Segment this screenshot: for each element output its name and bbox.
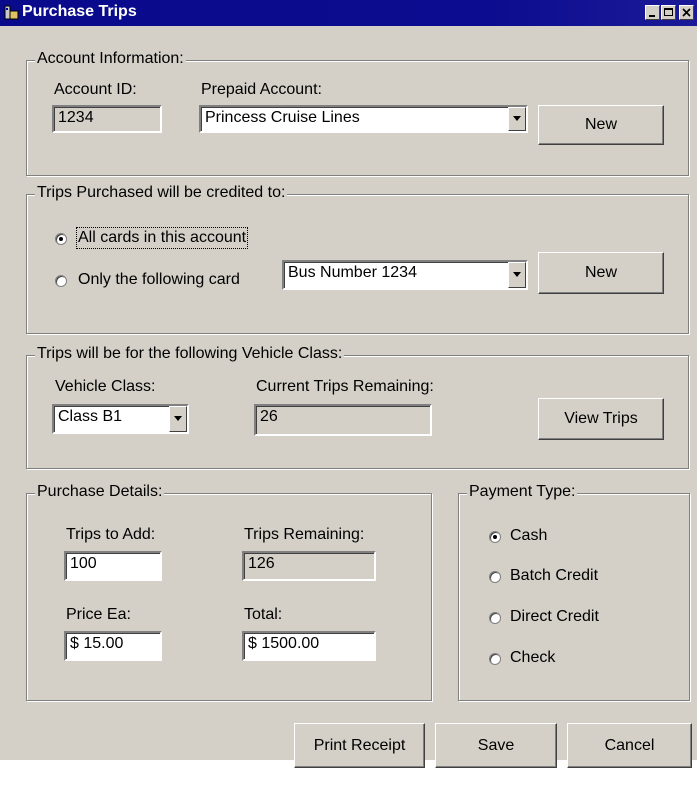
new-card-button-label: New bbox=[584, 264, 617, 281]
save-button-label: Save bbox=[477, 736, 515, 754]
price-each-input[interactable]: $ 15.00 bbox=[64, 631, 162, 661]
radio-cash-label[interactable]: Cash bbox=[510, 527, 547, 545]
price-each-label: Price Ea: bbox=[66, 606, 131, 623]
account-id-value: 1234 bbox=[58, 109, 94, 126]
total-input[interactable]: $ 1500.00 bbox=[242, 631, 376, 661]
new-account-button[interactable]: New bbox=[538, 105, 664, 145]
cancel-button-label: Cancel bbox=[604, 736, 655, 754]
trips-to-add-value: 100 bbox=[70, 555, 97, 572]
current-trips-remaining-value: 26 bbox=[260, 408, 278, 425]
card-select[interactable]: Bus Number 1234 bbox=[282, 260, 528, 290]
vehicle-class-label: Vehicle Class: bbox=[55, 378, 156, 395]
account-information-legend: Account Information: bbox=[35, 50, 186, 68]
radio-direct-credit[interactable] bbox=[489, 612, 501, 624]
radio-check-label[interactable]: Check bbox=[510, 649, 555, 667]
account-id-field[interactable]: 1234 bbox=[52, 105, 162, 133]
maximize-button[interactable] bbox=[661, 5, 676, 20]
vehicle-class-value: Class B1 bbox=[58, 408, 123, 425]
title-bar[interactable]: Purchase Trips bbox=[0, 0, 697, 26]
radio-following-card[interactable] bbox=[55, 275, 67, 287]
view-trips-button[interactable]: View Trips bbox=[538, 398, 664, 440]
trips-to-add-input[interactable]: 100 bbox=[64, 551, 162, 581]
radio-direct-credit-label[interactable]: Direct Credit bbox=[510, 608, 599, 626]
prepaid-account-dropdown-button[interactable] bbox=[508, 107, 526, 131]
prepaid-account-select[interactable]: Princess Cruise Lines bbox=[199, 105, 528, 133]
new-account-button-label: New bbox=[584, 116, 617, 133]
prepaid-account-value: Princess Cruise Lines bbox=[205, 109, 360, 126]
purchase-trips-window: Purchase Trips Account Information: Acco… bbox=[0, 0, 697, 768]
radio-all-cards-label[interactable]: All cards in this account bbox=[75, 227, 249, 249]
trips-to-add-label: Trips to Add: bbox=[66, 526, 156, 543]
new-card-button[interactable]: New bbox=[538, 252, 664, 294]
card-dropdown-button[interactable] bbox=[508, 262, 526, 288]
payment-type-legend: Payment Type: bbox=[467, 483, 578, 501]
minimize-button[interactable] bbox=[645, 5, 660, 20]
close-button[interactable] bbox=[679, 5, 694, 20]
payment-type-group: Payment Type: bbox=[458, 483, 690, 701]
purchase-details-group: Purchase Details: bbox=[26, 483, 432, 701]
chevron-down-icon bbox=[513, 116, 521, 121]
radio-following-card-label[interactable]: Only the following card bbox=[78, 271, 240, 289]
credited-to-legend: Trips Purchased will be credited to: bbox=[35, 184, 288, 202]
chevron-down-icon bbox=[513, 272, 521, 277]
trips-remaining-value: 126 bbox=[248, 555, 275, 572]
view-trips-button-label: View Trips bbox=[564, 410, 638, 427]
print-receipt-button-label: Print Receipt bbox=[313, 736, 406, 754]
cancel-button[interactable]: Cancel bbox=[567, 723, 692, 768]
radio-cash[interactable] bbox=[489, 531, 501, 543]
minimize-icon bbox=[649, 15, 655, 17]
chevron-down-icon bbox=[174, 416, 182, 421]
price-each-value: $ 15.00 bbox=[70, 635, 124, 652]
app-icon bbox=[4, 5, 19, 20]
window-title: Purchase Trips bbox=[22, 3, 137, 20]
radio-check[interactable] bbox=[489, 653, 501, 665]
total-value: $ 1500.00 bbox=[248, 635, 320, 652]
total-label: Total: bbox=[244, 606, 283, 623]
vehicle-class-legend: Trips will be for the following Vehicle … bbox=[35, 345, 345, 363]
purchase-details-legend: Purchase Details: bbox=[35, 483, 165, 501]
radio-batch-credit-label[interactable]: Batch Credit bbox=[510, 567, 598, 585]
save-button[interactable]: Save bbox=[435, 723, 557, 768]
close-icon bbox=[682, 8, 691, 17]
vehicle-class-select[interactable]: Class B1 bbox=[52, 404, 189, 434]
card-select-value: Bus Number 1234 bbox=[288, 264, 417, 281]
radio-batch-credit[interactable] bbox=[489, 571, 501, 583]
current-trips-remaining-label: Current Trips Remaining: bbox=[256, 378, 434, 395]
account-id-label: Account ID: bbox=[54, 81, 137, 98]
print-receipt-button[interactable]: Print Receipt bbox=[294, 723, 425, 768]
radio-all-cards[interactable] bbox=[55, 233, 67, 245]
trips-remaining-field: 126 bbox=[242, 551, 376, 581]
maximize-icon bbox=[664, 8, 673, 16]
prepaid-account-label: Prepaid Account: bbox=[201, 81, 322, 98]
trips-remaining-label: Trips Remaining: bbox=[244, 526, 365, 543]
vehicle-class-dropdown-button[interactable] bbox=[169, 406, 187, 432]
current-trips-remaining-field: 26 bbox=[254, 404, 432, 436]
